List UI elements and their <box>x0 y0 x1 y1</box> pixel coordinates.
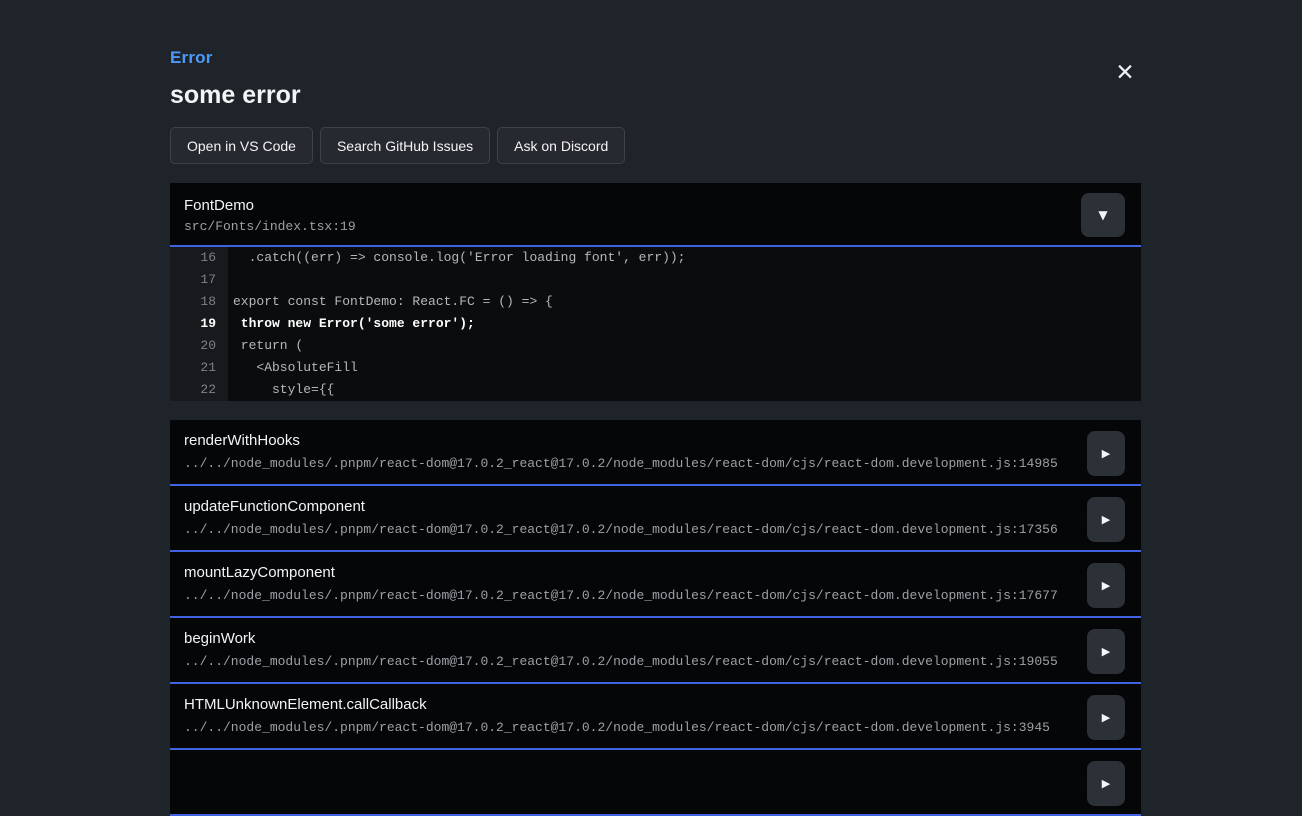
chevron-right-icon: ▶ <box>1102 514 1110 525</box>
stack-frame-row: renderWithHooks ../../node_modules/.pnpm… <box>170 420 1141 486</box>
line-number: 16 <box>170 247 228 269</box>
stack-frame-path: ../../node_modules/.pnpm/react-dom@17.0.… <box>184 720 1071 735</box>
action-button[interactable]: Open in VS Code <box>170 127 313 164</box>
error-type-label: Error <box>170 48 1141 68</box>
line-code: return ( <box>228 335 1141 357</box>
expand-frame-button[interactable]: ▶ <box>1087 695 1125 740</box>
stack-frame-path: ../../node_modules/.pnpm/react-dom@17.0.… <box>184 654 1071 669</box>
code-frame-location[interactable]: src/Fonts/index.tsx:19 <box>184 219 1125 234</box>
expand-frame-button[interactable]: ▶ <box>1087 761 1125 806</box>
chevron-right-icon: ▶ <box>1102 712 1110 723</box>
stack-frame-function: updateFunctionComponent <box>184 498 1071 515</box>
stack-frame-path: ../../node_modules/.pnpm/react-dom@17.0.… <box>184 588 1071 603</box>
code-frame: FontDemo src/Fonts/index.tsx:19 ▼ 16 .ca… <box>170 183 1141 401</box>
stack-frame-path: ../../node_modules/.pnpm/react-dom@17.0.… <box>184 456 1071 471</box>
line-code: <AbsoluteFill <box>228 357 1141 379</box>
code-frame-header: FontDemo src/Fonts/index.tsx:19 ▼ <box>170 183 1141 247</box>
chevron-right-icon: ▶ <box>1102 448 1110 459</box>
error-overlay: { "colors": { "page_bg": "#1f232a", "pan… <box>0 0 1302 776</box>
chevron-right-icon: ▶ <box>1102 646 1110 657</box>
line-code: throw new Error('some error'); <box>228 313 1141 335</box>
line-code <box>228 269 1141 291</box>
stack-frame-function: mountLazyComponent <box>184 564 1071 581</box>
stack-frame-function: HTMLUnknownElement.callCallback <box>184 696 1071 713</box>
stack-frame-row: beginWork ../../node_modules/.pnpm/react… <box>170 618 1141 684</box>
line-code: export const FontDemo: React.FC = () => … <box>228 291 1141 313</box>
stack-frame-row: mountLazyComponent ../../node_modules/.p… <box>170 552 1141 618</box>
stack-frame-row: updateFunctionComponent ../../node_modul… <box>170 486 1141 552</box>
code-line: 17 <box>170 269 1141 291</box>
error-message: some error <box>170 81 1141 110</box>
expand-frame-button[interactable]: ▶ <box>1087 431 1125 476</box>
code-line: 16 .catch((err) => console.log('Error lo… <box>170 247 1141 269</box>
line-number: 19 <box>170 313 228 335</box>
expand-frame-button[interactable]: ▶ <box>1087 497 1125 542</box>
chevron-right-icon: ▶ <box>1102 778 1110 789</box>
line-number: 17 <box>170 269 228 291</box>
stack-frame-row: HTMLUnknownElement.callCallback ../../no… <box>170 684 1141 750</box>
line-number: 22 <box>170 379 228 401</box>
code-listing: 16 .catch((err) => console.log('Error lo… <box>170 247 1141 401</box>
action-button[interactable]: Search GitHub Issues <box>320 127 490 164</box>
chevron-down-icon: ▼ <box>1098 209 1107 221</box>
error-overlay-content: Error some error Open in VS CodeSearch G… <box>170 0 1141 816</box>
line-number: 20 <box>170 335 228 357</box>
stack-frame-function: beginWork <box>184 630 1071 647</box>
line-code: .catch((err) => console.log('Error loadi… <box>228 247 1141 269</box>
expand-frame-button[interactable]: ▶ <box>1087 563 1125 608</box>
code-line: 18 export const FontDemo: React.FC = () … <box>170 291 1141 313</box>
action-buttons: Open in VS CodeSearch GitHub IssuesAsk o… <box>170 127 1141 164</box>
stack-trace: renderWithHooks ../../node_modules/.pnpm… <box>170 420 1141 816</box>
line-number: 21 <box>170 357 228 379</box>
code-frame-title: FontDemo <box>184 197 1125 214</box>
chevron-right-icon: ▶ <box>1102 580 1110 591</box>
expand-frame-button[interactable]: ▶ <box>1087 629 1125 674</box>
line-number: 18 <box>170 291 228 313</box>
line-code: style={{ <box>228 379 1141 401</box>
code-line: 21 <AbsoluteFill <box>170 357 1141 379</box>
stack-frame-path: ../../node_modules/.pnpm/react-dom@17.0.… <box>184 522 1071 537</box>
stack-frame-function: renderWithHooks <box>184 432 1071 449</box>
collapse-frame-button[interactable]: ▼ <box>1081 193 1125 237</box>
stack-frame-row: ▶ <box>170 750 1141 816</box>
action-button[interactable]: Ask on Discord <box>497 127 625 164</box>
code-line: 20 return ( <box>170 335 1141 357</box>
code-line: 22 style={{ <box>170 379 1141 401</box>
code-line: 19 throw new Error('some error'); <box>170 313 1141 335</box>
